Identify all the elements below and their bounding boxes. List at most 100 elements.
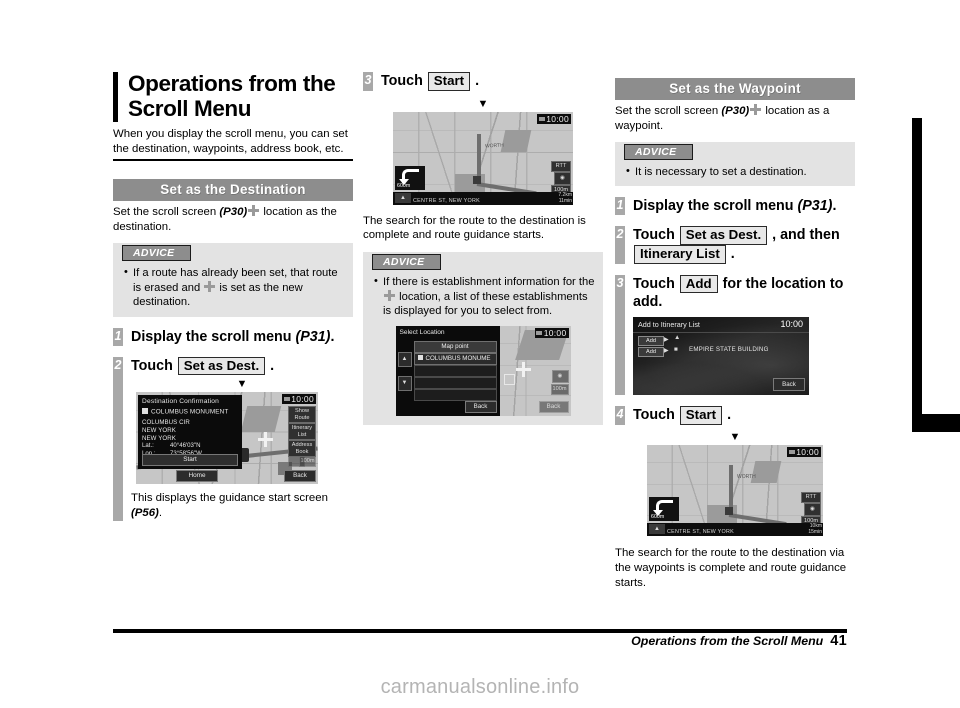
advice-box-waypoint: ADVICE It is necessary to set a destinat… (615, 141, 855, 187)
latitude-row: Lat.: 40°46'03"N (138, 442, 242, 450)
itinerary-entry: EMPIRE STATE BUILDING (689, 346, 769, 354)
list-item-empty[interactable] (413, 388, 497, 401)
advice-box-destination: ADVICE If a route has already been set, … (113, 243, 353, 317)
eta-time: 11min (558, 197, 572, 204)
step-text: Display the scroll menu (P31). (633, 197, 836, 215)
current-street-label: CENTRE ST, NEW YORK (667, 528, 734, 535)
step-number: 3 (615, 274, 625, 312)
latitude-label: Lat.: (142, 442, 154, 450)
add-button-2[interactable]: Add (638, 347, 664, 358)
turn-guidance-box: 600m (395, 165, 425, 190)
section-header-waypoint: Set as the Waypoint (615, 78, 855, 100)
clock-display: 10:00 (534, 327, 569, 338)
column-two: 3 Touch Start . ▼ WORTH 10:00 RTT ◉ 100m… (363, 72, 603, 425)
advice-list: It is necessary to set a destination. (615, 164, 855, 180)
step-page-ref: (P31) (295, 328, 331, 345)
scroll-down-button[interactable]: ▼ (397, 375, 412, 391)
section-intro-destination: Set the scroll screen (P30) location as … (113, 205, 353, 235)
set-as-dest-button[interactable]: Set as Dest. (679, 226, 768, 245)
advice-label: ADVICE (624, 143, 694, 160)
step-2-waypoint: 2 Touch Set as Dest. , and then Itinerar… (615, 226, 855, 264)
start-button[interactable]: Start (142, 454, 238, 467)
location-list-panel: Select Location ▲ ▼ Map point COLUMBUS M… (395, 325, 500, 416)
set-as-dest-button[interactable]: Set as Dest. (177, 356, 266, 376)
destination-confirmation-screen: 10:00 Show Route Itinerary List Address Boo… (136, 392, 318, 485)
guidance-map-screen: WORTH 10:00 RTT ◉ 100m 600m ▲ CENTRE ST,… (393, 111, 573, 205)
page-number: 41 (830, 633, 847, 649)
step-continuation-body: Add to Itinerary List 10:00 Add ▶ ▲ Add … (633, 311, 855, 396)
turn-guidance-box: 600m (649, 496, 679, 521)
advice-item: If a route has already been set, that ro… (124, 265, 345, 310)
itinerary-list-button[interactable]: Itinerary List (634, 244, 726, 264)
map-street-label: WORTH (737, 473, 756, 480)
address-line-1: COLUMBUS CIR (142, 419, 190, 427)
start-button[interactable]: Start (679, 406, 723, 425)
page-title: Operations from the Scroll Menu (128, 71, 336, 121)
scroll-up-button[interactable]: ▲ (397, 351, 412, 367)
home-button[interactable]: Home (176, 470, 218, 483)
poi-name: COLUMBUS MONUMENT (138, 405, 242, 416)
turn-distance: 600m (397, 183, 411, 190)
back-button[interactable]: Back (773, 378, 805, 392)
step-text-main: Touch (633, 275, 679, 292)
step-number: 1 (615, 197, 625, 216)
show-route-button[interactable]: Show Route (288, 406, 316, 424)
rtt-button[interactable]: RTT (551, 160, 571, 172)
add-arrow-icon-2: ▶ (664, 348, 669, 355)
list-item-empty[interactable] (413, 376, 497, 389)
advice-list: If there is establishment information fo… (363, 274, 603, 319)
down-arrow-icon: ▼ (236, 378, 248, 391)
expand-button[interactable]: ▲ (649, 524, 665, 535)
add-button[interactable]: Add (679, 274, 718, 294)
back-button[interactable]: Back (284, 470, 316, 483)
poi-label: COLUMBUS MONUMENT (151, 408, 229, 416)
start-button[interactable]: Start (427, 72, 471, 91)
zoom-scale-button[interactable]: 100m (550, 383, 569, 395)
step-text-tail: . (832, 198, 837, 215)
back-button[interactable]: Back (464, 400, 497, 413)
confirmation-panel: Destination Confirmation COLUMBUS MONUME… (138, 395, 242, 470)
advice-text-b: location, a list of these establishments… (383, 290, 588, 318)
map-poi-box (503, 373, 515, 385)
compass-button[interactable]: ◉ (554, 171, 571, 185)
eta-info: 7.2km 11min (558, 192, 572, 204)
origin-flag-icon: ▲ (674, 334, 681, 342)
compass-button[interactable]: ◉ (804, 502, 821, 516)
poi-marker-icon (417, 354, 423, 360)
step-text-main: Display the scroll menu (131, 328, 296, 345)
step-4-waypoint: 4 Touch Start . (615, 406, 855, 425)
step-3-destination: 3 Touch Start . (363, 72, 603, 91)
step-1-waypoint: 1 Display the scroll menu (P31). (615, 197, 855, 216)
rtt-button[interactable]: RTT (801, 491, 821, 503)
clock-display: 10:00 (537, 113, 571, 124)
result-text-destination: This displays the guidance start screen … (131, 491, 353, 521)
map-back-button[interactable]: Back (538, 400, 569, 413)
advice-item: It is necessary to set a destination. (626, 164, 847, 180)
zoom-scale-button[interactable]: 100m (299, 456, 316, 468)
eta-info: 10km 15min (808, 523, 822, 535)
title-lead: When you display the scroll menu, you ca… (113, 127, 348, 155)
step-text-tail: . (723, 407, 732, 424)
crosshair-icon (750, 104, 762, 115)
step-number: 2 (113, 356, 123, 376)
footer-title: Operations from the Scroll Menu (631, 634, 824, 648)
address-book-button[interactable]: Address Book (288, 440, 316, 458)
section-intro-waypoint: Set the scroll screen (P30) location as … (615, 104, 855, 134)
clock-display: 10:00 (780, 319, 803, 330)
add-button-1[interactable]: Add (638, 336, 664, 347)
advice-text-a: If there is establishment information fo… (383, 276, 595, 289)
column-three: Set as the Waypoint Set the scroll scree… (615, 72, 855, 590)
step-text-mid: , and then (768, 227, 840, 244)
section-header-destination: Set as the Destination (113, 179, 353, 202)
step-text-main: Display the scroll menu (633, 198, 798, 215)
list-item-empty[interactable] (413, 364, 497, 377)
turn-distance: 600m (651, 514, 665, 521)
intro-text-a: Set the scroll screen (113, 206, 220, 219)
expand-button[interactable]: ▲ (395, 193, 411, 204)
itinerary-list-button[interactable]: Itinerary List (288, 423, 316, 441)
list-item-poi[interactable]: COLUMBUS MONUME (413, 352, 497, 365)
step-text-main: Touch (633, 227, 679, 244)
compass-button[interactable]: ◉ (551, 369, 569, 383)
list-item-map-point[interactable]: Map point (413, 340, 497, 353)
step-2-destination: 2 Touch Set as Dest. . (113, 356, 353, 376)
